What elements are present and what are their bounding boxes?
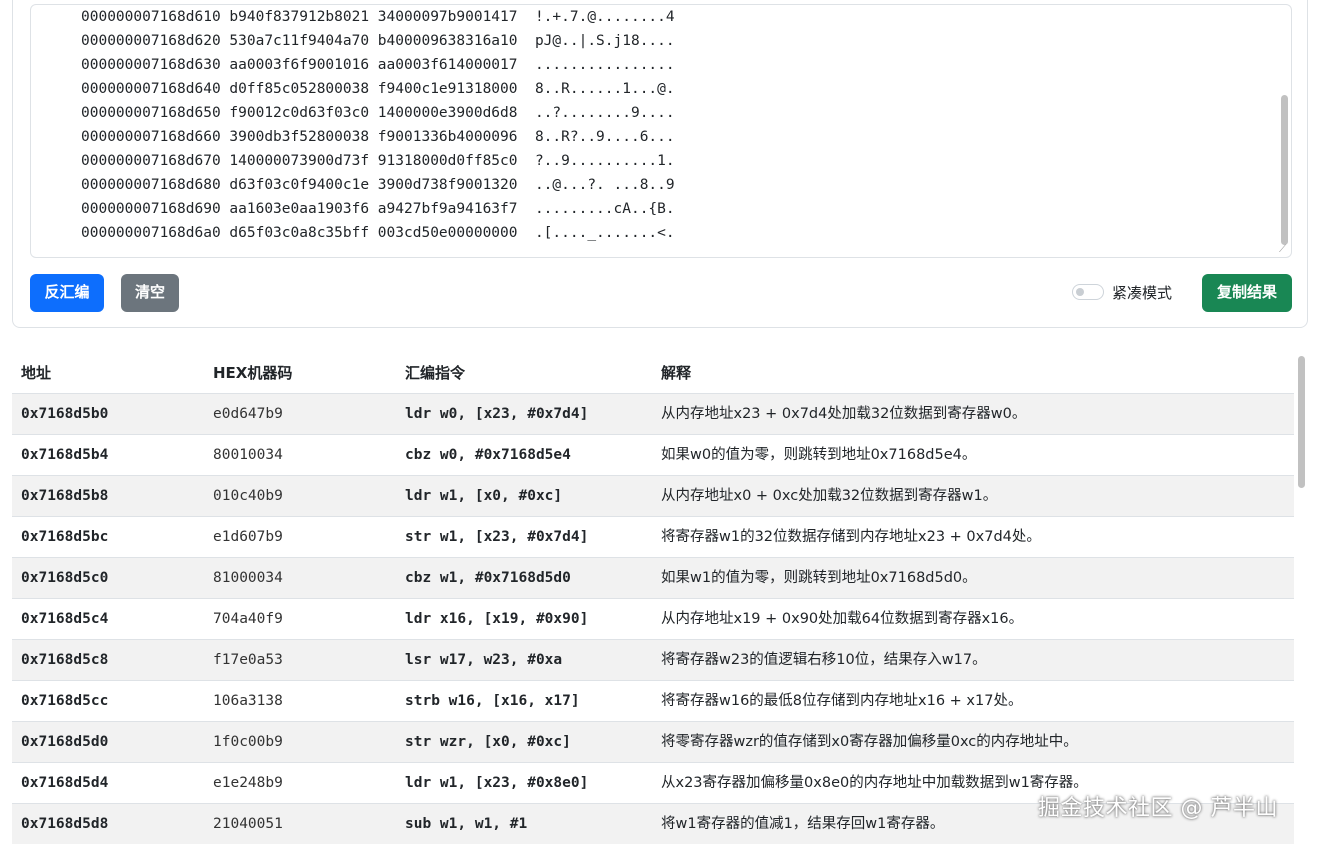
cell-hex: 106a3138 <box>213 693 283 709</box>
table-row: 0x7168d5bc e1d607b9 str w1, [x23, #0x7d4] 将… <box>12 517 1294 558</box>
table-row: 0x7168d5c0 81000034 cbz w1, #0x7168d5d0 如果w… <box>12 558 1294 599</box>
cell-asm: str wzr, [x0, #0xc] <box>405 734 571 750</box>
cell-address: 0x7168d5c8 <box>21 652 109 668</box>
cell-explanation: 将寄存器w23的值逻辑右移10位，结果存入w17。 <box>661 652 987 668</box>
table-body: 0x7168d5b0 e0d647b9 ldr w0, [x23, #0x7d4] 从… <box>12 394 1294 844</box>
toggle-knob <box>1076 288 1084 296</box>
cell-hex: 1f0c00b9 <box>213 734 283 750</box>
header-hex: HEX机器码 <box>213 364 293 382</box>
cell-address: 0x7168d5bc <box>21 529 109 545</box>
hex-dump-line: 000000007168d620 530a7c11f9404a70 b40000… <box>81 33 675 49</box>
table-row: 0x7168d5cc 106a3138 strb w16, [x16, x17] 将寄… <box>12 681 1294 722</box>
hex-dump-line: 000000007168d630 aa0003f6f9001016 aa0003… <box>81 57 675 73</box>
cell-hex: 80010034 <box>213 447 283 463</box>
cell-explanation: 从内存地址x0 + 0xc处加载32位数据到寄存器w1。 <box>661 488 998 504</box>
hex-dump-line: 000000007168d660 3900db3f52800038 f90013… <box>81 129 675 145</box>
cell-explanation: 将零寄存器wzr的值存储到x0寄存器加偏移量0xc的内存地址中。 <box>661 734 1078 750</box>
copy-result-button[interactable]: 复制结果 <box>1202 274 1292 312</box>
cell-address: 0x7168d5d4 <box>21 775 109 791</box>
hex-dump-line: 000000007168d650 f90012c0d63f03c0 140000… <box>81 105 675 121</box>
hex-dump-line: 000000007168d640 d0ff85c052800038 f9400c… <box>81 81 675 97</box>
table-row: 0x7168d5d0 1f0c00b9 str wzr, [x0, #0xc] 将零寄… <box>12 722 1294 763</box>
cell-asm: ldr x16, [x19, #0x90] <box>405 611 589 627</box>
cell-asm: ldr w1, [x0, #0xc] <box>405 488 563 504</box>
hex-dump-line: 000000007168d610 b940f837912b8021 340000… <box>81 9 675 25</box>
compact-mode-toggle[interactable] <box>1072 284 1104 300</box>
cell-address: 0x7168d5cc <box>21 693 109 709</box>
cell-explanation: 如果w0的值为零，则跳转到地址0x7168d5e4。 <box>661 447 977 463</box>
cell-explanation: 将寄存器w16的最低8位存储到内存地址x16 + x17处。 <box>661 693 1023 709</box>
cell-hex: 010c40b9 <box>213 488 283 504</box>
clear-button[interactable]: 清空 <box>121 274 179 312</box>
cell-explanation: 从内存地址x19 + 0x90处加载64位数据到寄存器x16。 <box>661 611 1024 627</box>
header-explanation: 解释 <box>661 364 692 382</box>
cell-address: 0x7168d5b4 <box>21 447 109 463</box>
table-row: 0x7168d5c4 704a40f9 ldr x16, [x19, #0x90] 从… <box>12 599 1294 640</box>
table-row: 0x7168d5b4 80010034 cbz w0, #0x7168d5e4 如果w… <box>12 435 1294 476</box>
page-scrollbar-thumb[interactable] <box>1298 356 1305 488</box>
cell-explanation: 如果w1的值为零，则跳转到地址0x7168d5d0。 <box>661 570 977 586</box>
resize-grip-icon[interactable]: ⟋ <box>1279 245 1289 255</box>
cell-asm: ldr w1, [x23, #0x8e0] <box>405 775 589 791</box>
cell-explanation: 从x23寄存器加偏移量0x8e0的内存地址中加载数据到w1寄存器。 <box>661 775 1088 791</box>
cell-hex: e0d647b9 <box>213 406 283 422</box>
cell-address: 0x7168d5d8 <box>21 816 109 832</box>
textarea-scrollbar-thumb[interactable] <box>1281 95 1288 245</box>
table-row: 0x7168d5b8 010c40b9 ldr w1, [x0, #0xc] 从内存地… <box>12 476 1294 517</box>
cell-address: 0x7168d5b0 <box>21 406 109 422</box>
page-scrollbar[interactable] <box>1296 352 1308 844</box>
cell-asm: cbz w1, #0x7168d5d0 <box>405 570 571 586</box>
hex-dump-line: 000000007168d680 d63f03c0f9400c1e 3900d7… <box>81 177 675 193</box>
cell-hex: 81000034 <box>213 570 283 586</box>
cell-explanation: 从内存地址x23 + 0x7d4处加载32位数据到寄存器w0。 <box>661 406 1027 422</box>
cell-address: 0x7168d5d0 <box>21 734 109 750</box>
header-asm: 汇编指令 <box>405 364 466 382</box>
cell-asm: ldr w0, [x23, #0x7d4] <box>405 406 589 422</box>
watermark: 掘金技术社区 @ 芦半山 <box>1038 796 1278 821</box>
cell-hex: 21040051 <box>213 816 283 832</box>
cell-explanation: 将w1寄存器的值减1，结果存回w1寄存器。 <box>661 816 945 832</box>
cell-asm: lsr w17, w23, #0xa <box>405 652 563 668</box>
cell-asm: str w1, [x23, #0x7d4] <box>405 529 589 545</box>
disassemble-button[interactable]: 反汇编 <box>30 274 104 312</box>
cell-asm: sub w1, w1, #1 <box>405 816 528 832</box>
cell-hex: f17e0a53 <box>213 652 283 668</box>
cell-address: 0x7168d5c0 <box>21 570 109 586</box>
hex-dump-line: 000000007168d670 140000073900d73f 913180… <box>81 153 675 169</box>
cell-hex: 704a40f9 <box>213 611 283 627</box>
table-row: 0x7168d5b0 e0d647b9 ldr w0, [x23, #0x7d4] 从… <box>12 394 1294 435</box>
hex-dump-textarea[interactable]: 000000007168d610 b940f837912b8021 340000… <box>30 4 1292 258</box>
header-address: 地址 <box>21 364 52 382</box>
hex-dump-line: 000000007168d6a0 d65f03c0a8c35bff 003cd5… <box>81 225 675 241</box>
cell-address: 0x7168d5c4 <box>21 611 109 627</box>
cell-hex: e1d607b9 <box>213 529 283 545</box>
hex-dump-line: 000000007168d690 aa1603e0aa1903f6 a9427b… <box>81 201 675 217</box>
table-row: 0x7168d5c8 f17e0a53 lsr w17, w23, #0xa 将寄存器… <box>12 640 1294 681</box>
compact-mode-label: 紧凑模式 <box>1112 284 1173 302</box>
cell-asm: strb w16, [x16, x17] <box>405 693 580 709</box>
table-header: 地址 HEX机器码 汇编指令 解释 <box>12 352 1294 394</box>
textarea-scrollbar[interactable] <box>1279 7 1289 245</box>
cell-asm: cbz w0, #0x7168d5e4 <box>405 447 571 463</box>
cell-explanation: 将寄存器w1的32位数据存储到内存地址x23 + 0x7d4处。 <box>661 529 1041 545</box>
hex-dump-lines: 000000007168d610 b940f837912b8021 340000… <box>81 5 675 245</box>
results-table: 地址 HEX机器码 汇编指令 解释 0x7168d5b0 e0d647b9 ldr … <box>12 352 1294 844</box>
cell-hex: e1e248b9 <box>213 775 283 791</box>
cell-address: 0x7168d5b8 <box>21 488 109 504</box>
